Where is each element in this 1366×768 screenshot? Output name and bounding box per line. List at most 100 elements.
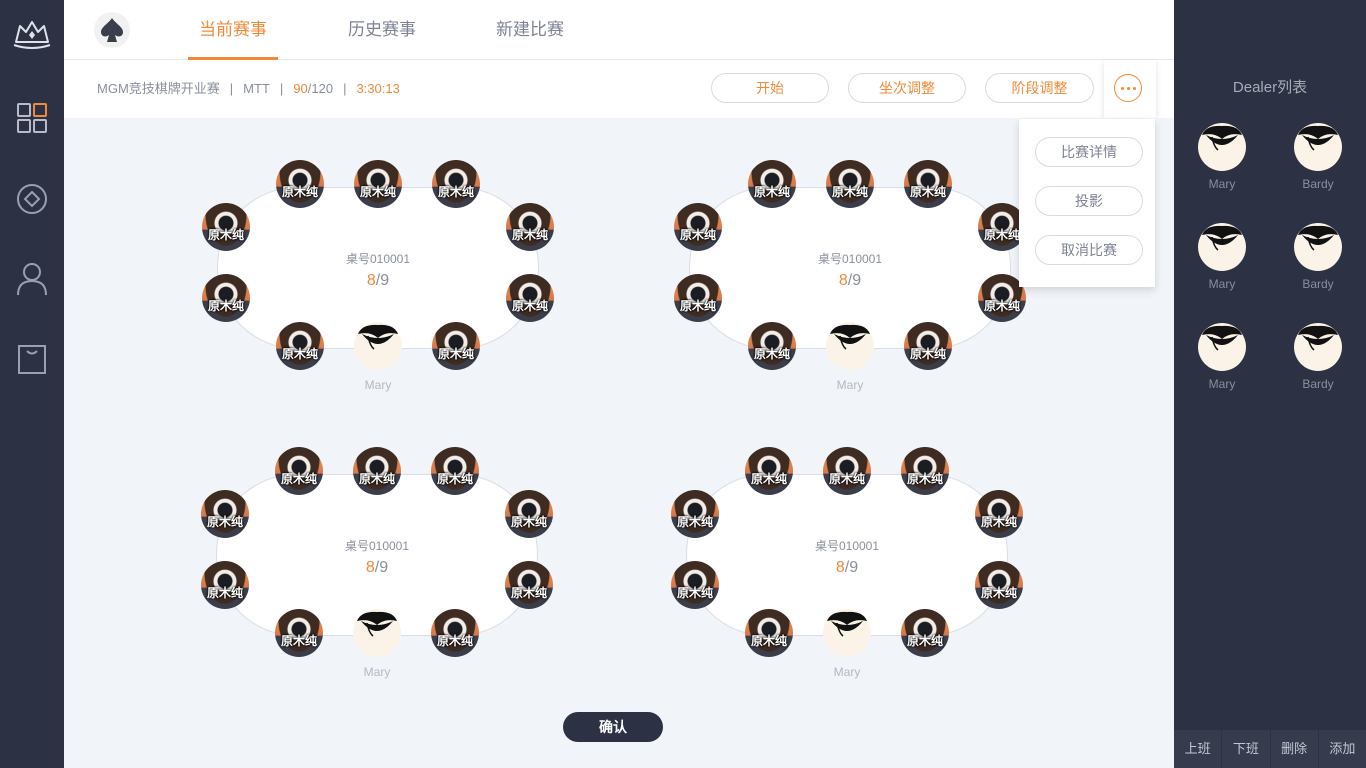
dealer-seat-avatar[interactable]: [353, 609, 401, 657]
dealer-seat-avatar[interactable]: [823, 609, 871, 657]
dealer-name: Mary: [1208, 277, 1236, 291]
player-seat-avatar[interactable]: 原木纯: [671, 490, 719, 538]
player-seat-avatar[interactable]: 原木纯: [671, 561, 719, 609]
dealer-avatar: [1198, 223, 1246, 271]
player-seat-avatar[interactable]: 原木纯: [506, 203, 554, 251]
seats-filled: 8: [838, 272, 848, 289]
delete-button[interactable]: 删除: [1269, 730, 1318, 768]
dealer-avatar: [1198, 323, 1246, 371]
player-seat-avatar[interactable]: 原木纯: [975, 490, 1023, 538]
player-name: 原木纯: [436, 634, 473, 648]
player-seat-avatar[interactable]: 原木纯: [432, 322, 480, 370]
player-seat-avatar[interactable]: 原木纯: [202, 203, 250, 251]
player-seat-avatar[interactable]: 原木纯: [505, 561, 553, 609]
diamond-icon[interactable]: [14, 181, 50, 217]
player-seat-avatar[interactable]: 原木纯: [904, 160, 952, 208]
dealer-card[interactable]: Bardy: [1288, 323, 1348, 403]
player-seat-avatar[interactable]: 原木纯: [275, 609, 323, 657]
player-name: 原木纯: [280, 634, 317, 648]
player-name: 原木纯: [437, 347, 474, 361]
match-details-item[interactable]: 比赛详情: [1035, 137, 1143, 167]
top-header: 当前赛事 历史赛事 新建比赛: [64, 0, 1174, 60]
player-seat-avatar[interactable]: 原木纯: [823, 447, 871, 495]
player-seat-avatar[interactable]: 原木纯: [276, 322, 324, 370]
player-seat-avatar[interactable]: 原木纯: [674, 203, 722, 251]
user-icon[interactable]: [14, 261, 50, 297]
seats-filled: 8: [366, 272, 376, 289]
table-dealer-name: Mary: [364, 378, 392, 392]
player-seat-avatar[interactable]: 原木纯: [745, 609, 793, 657]
seats-filled: 8: [365, 559, 375, 576]
player-name: 原木纯: [511, 228, 548, 242]
player-name: 原木纯: [207, 299, 244, 313]
dealer-panel: Dealer列表 Mary Bardy Mary Bardy Mary Bardy 上班 …: [1174, 0, 1366, 768]
player-seat-avatar[interactable]: 原木纯: [748, 322, 796, 370]
tab-history-events[interactable]: 历史赛事: [337, 0, 427, 60]
player-seat-avatar[interactable]: 原木纯: [901, 609, 949, 657]
dealer-card[interactable]: Bardy: [1288, 223, 1348, 303]
start-button[interactable]: 开始: [711, 73, 829, 103]
dealer-card[interactable]: Mary: [1192, 123, 1252, 203]
clock-in-button[interactable]: 上班: [1174, 730, 1221, 768]
players-current: 90: [293, 81, 308, 96]
player-seat-avatar[interactable]: 原木纯: [826, 160, 874, 208]
more-options-icon[interactable]: [1114, 74, 1142, 102]
player-name: 原木纯: [207, 228, 244, 242]
player-seat-avatar[interactable]: 原木纯: [745, 447, 793, 495]
dealer-card[interactable]: Mary: [1192, 223, 1252, 303]
player-name: 原木纯: [753, 185, 790, 199]
player-seat-avatar[interactable]: 原木纯: [431, 447, 479, 495]
player-name: 原木纯: [359, 185, 396, 199]
more-options-dropdown: 比赛详情 投影 取消比赛: [1019, 119, 1155, 287]
player-seat-avatar[interactable]: 原木纯: [201, 490, 249, 538]
player-seat-avatar[interactable]: 原木纯: [674, 274, 722, 322]
table-dealer-name: Mary: [363, 665, 391, 679]
table-seat-count: 8/9: [278, 272, 478, 290]
confirm-button[interactable]: 确认: [563, 712, 663, 742]
player-seat-avatar[interactable]: 原木纯: [432, 160, 480, 208]
player-seat-avatar[interactable]: 原木纯: [354, 160, 402, 208]
dashboard-icon[interactable]: [14, 100, 50, 136]
player-seat-avatar[interactable]: 原木纯: [431, 609, 479, 657]
table-seat-count: 8/9: [277, 559, 477, 577]
projection-item[interactable]: 投影: [1035, 186, 1143, 216]
player-name: 原木纯: [980, 515, 1017, 529]
player-seat-avatar[interactable]: 原木纯: [748, 160, 796, 208]
player-seat-avatar[interactable]: 原木纯: [276, 160, 324, 208]
dealer-seat-avatar[interactable]: [354, 322, 402, 370]
clock-out-button[interactable]: 下班: [1221, 730, 1269, 768]
dealer-list-title: Dealer列表: [1232, 79, 1308, 96]
left-nav-rail: [0, 0, 64, 768]
seat-adjust-button[interactable]: 坐次调整: [848, 73, 966, 103]
player-name: 原木纯: [510, 515, 547, 529]
player-seat-avatar[interactable]: 原木纯: [202, 274, 250, 322]
player-name: 原木纯: [679, 228, 716, 242]
player-seat-avatar[interactable]: 原木纯: [901, 447, 949, 495]
dealer-seat-avatar[interactable]: [826, 322, 874, 370]
player-name: 原木纯: [280, 472, 317, 486]
player-name: 原木纯: [679, 299, 716, 313]
player-seat-avatar[interactable]: 原木纯: [975, 561, 1023, 609]
add-button[interactable]: 添加: [1317, 730, 1366, 768]
player-seat-avatar[interactable]: 原木纯: [904, 322, 952, 370]
player-name: 原木纯: [510, 586, 547, 600]
player-name: 原木纯: [906, 634, 943, 648]
dealer-action-bar: 上班 下班 删除 添加: [1174, 730, 1366, 768]
tab-new-event[interactable]: 新建比赛: [485, 0, 575, 60]
tab-current-events[interactable]: 当前赛事: [188, 0, 278, 60]
dealer-card[interactable]: Bardy: [1288, 123, 1348, 203]
player-seat-avatar[interactable]: 原木纯: [353, 447, 401, 495]
cancel-match-item[interactable]: 取消比赛: [1035, 235, 1143, 265]
player-seat-avatar[interactable]: 原木纯: [201, 561, 249, 609]
player-name: 原木纯: [206, 586, 243, 600]
dealer-card[interactable]: Mary: [1192, 323, 1252, 403]
player-seat-avatar[interactable]: 原木纯: [275, 447, 323, 495]
player-seat-avatar[interactable]: 原木纯: [506, 274, 554, 322]
player-name: 原木纯: [980, 586, 1017, 600]
dealer-name: Bardy: [1302, 177, 1334, 191]
stage-adjust-button[interactable]: 阶段调整: [985, 73, 1094, 103]
bag-icon[interactable]: [14, 341, 50, 377]
seats-total: /9: [375, 272, 390, 289]
match-info-bar: MGM竞技棋牌开业赛 | MTT | 90/120 | 3:30:13 开始 坐次调整 阶段…: [64, 60, 1174, 118]
player-seat-avatar[interactable]: 原木纯: [505, 490, 553, 538]
